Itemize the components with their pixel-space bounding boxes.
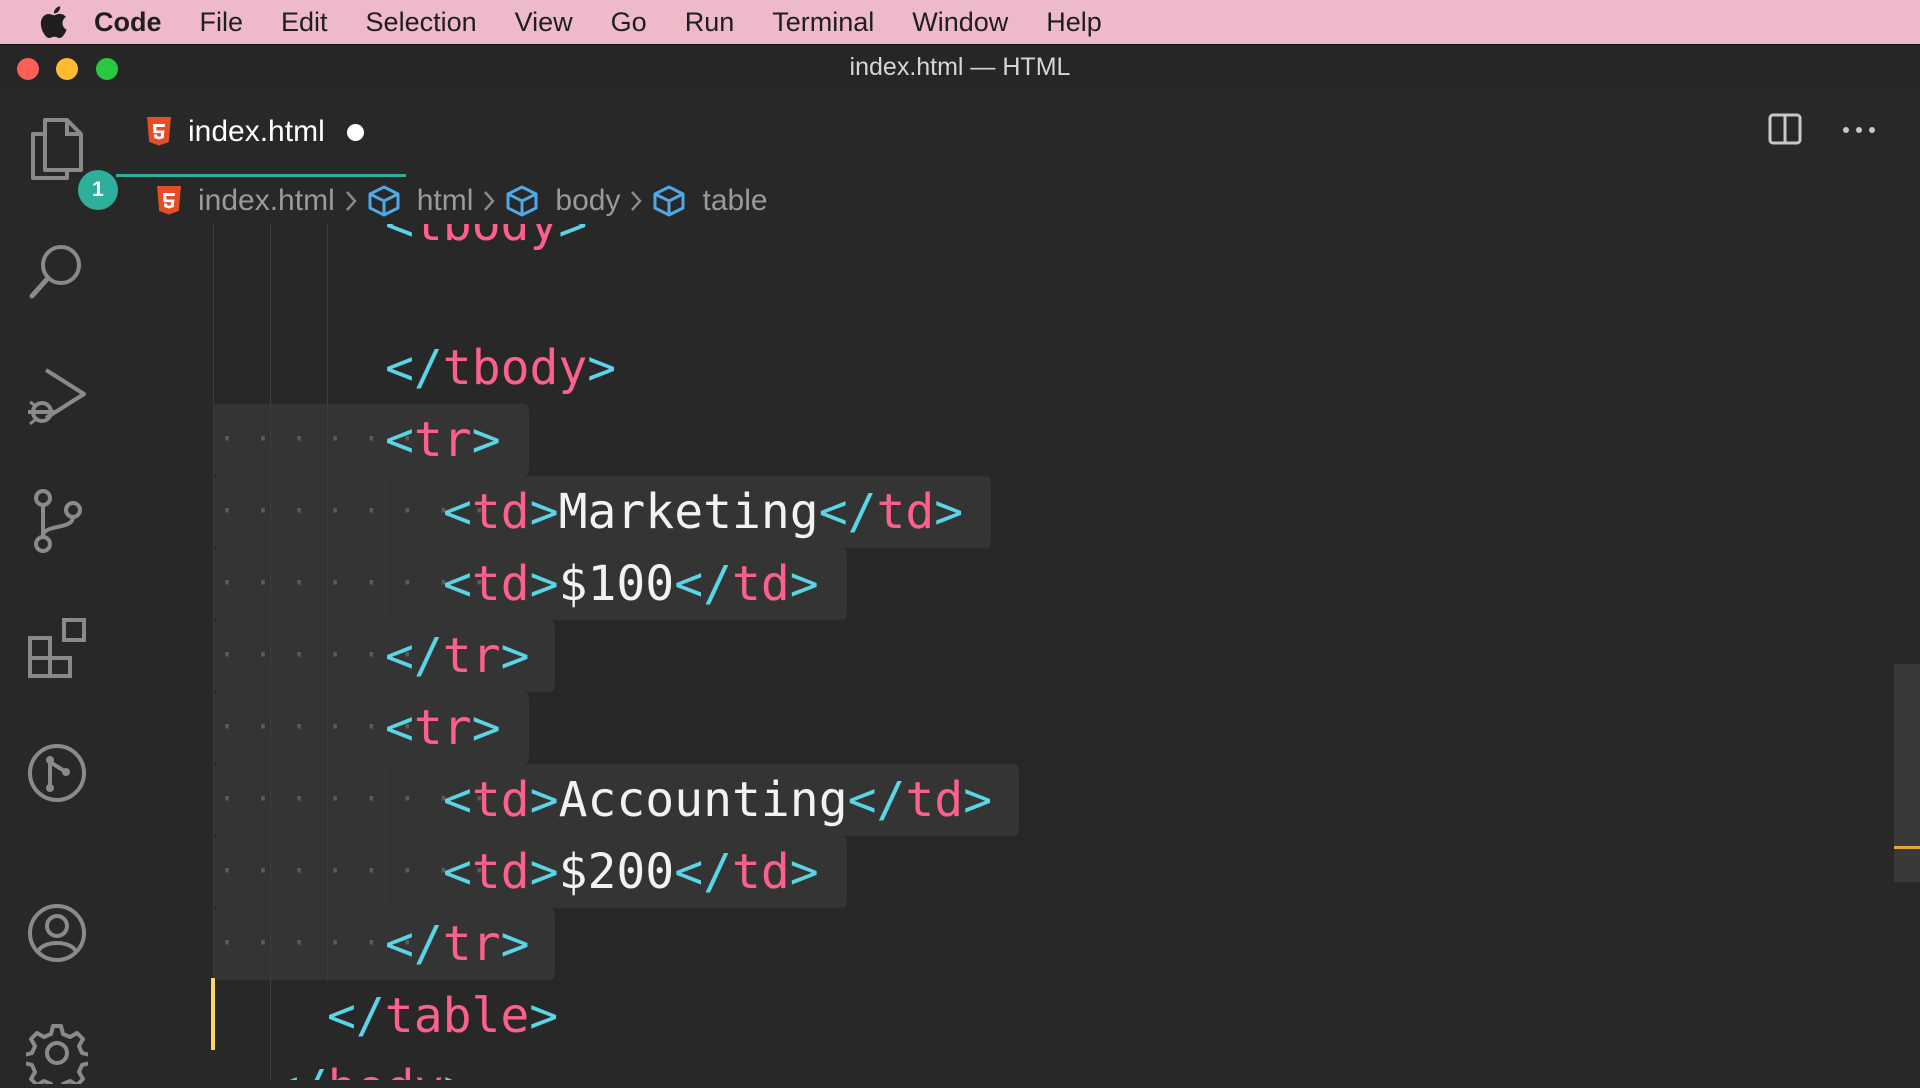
- breadcrumb: index.html html body table: [156, 178, 768, 224]
- unsaved-dot-icon[interactable]: [346, 123, 364, 141]
- editor-scrollbar[interactable]: [1894, 664, 1920, 882]
- breadcrumb-table[interactable]: table: [652, 184, 768, 218]
- activity-bar: 1: [0, 90, 118, 1084]
- menu-help[interactable]: Help: [1046, 7, 1102, 38]
- split-editor-icon[interactable]: [1768, 112, 1812, 156]
- symbol-element-icon: [368, 185, 400, 217]
- menu-window[interactable]: Window: [912, 7, 1008, 38]
- breadcrumb-file[interactable]: index.html: [156, 184, 335, 218]
- code-line: </table>: [327, 988, 559, 1044]
- menu-run[interactable]: Run: [685, 7, 735, 38]
- menu-view[interactable]: View: [515, 7, 573, 38]
- menu-file[interactable]: File: [200, 7, 244, 38]
- menu-selection[interactable]: Selection: [366, 7, 477, 38]
- symbol-element-icon: [506, 185, 538, 217]
- code-line: <td>Marketing</td>: [443, 484, 964, 540]
- extensions-icon[interactable]: [22, 612, 92, 682]
- window-title: index.html — HTML: [849, 53, 1071, 81]
- accounts-icon[interactable]: [22, 898, 92, 968]
- code-line: </tr>: [385, 916, 530, 972]
- search-icon[interactable]: [22, 236, 92, 306]
- scrollbar-position-marker: [1894, 846, 1920, 849]
- chevron-right-icon: [630, 190, 643, 212]
- breadcrumb-html[interactable]: html: [367, 184, 474, 218]
- code-line: <td>$100</td>: [443, 556, 819, 612]
- code-editor[interactable]: ······ ········ ········ ······ ······ ·…: [114, 224, 1894, 1080]
- breadcrumb-file-label: index.html: [198, 184, 335, 217]
- html5-icon: [157, 186, 181, 215]
- breadcrumb-body[interactable]: body: [505, 184, 620, 218]
- chevron-right-icon: [483, 190, 496, 212]
- chevron-right-icon: [345, 190, 357, 212]
- menu-bar: Code File Edit Selection View Go Run Ter…: [0, 0, 1920, 44]
- run-debug-icon[interactable]: [22, 362, 92, 432]
- code-line: </tbody>: [385, 340, 617, 396]
- more-actions-icon[interactable]: [1842, 120, 1886, 150]
- menu-go[interactable]: Go: [611, 7, 647, 38]
- code-line: <tr>: [385, 700, 501, 756]
- code-line: </body>: [270, 1052, 472, 1080]
- menu-edit[interactable]: Edit: [281, 7, 328, 38]
- tab-label: index.html: [188, 115, 325, 148]
- explorer-icon[interactable]: 1: [22, 114, 118, 210]
- code-line: <tbody>: [385, 224, 588, 252]
- menu-code[interactable]: Code: [94, 7, 162, 38]
- breadcrumb-table-label: table: [702, 184, 768, 217]
- tab-bar: index.html: [114, 90, 1920, 177]
- indent-guide: [213, 224, 214, 980]
- window-titlebar: index.html — HTML: [0, 44, 1920, 91]
- git-graph-icon[interactable]: [22, 738, 92, 808]
- apple-icon[interactable]: [24, 0, 84, 44]
- settings-gear-icon[interactable]: [22, 1018, 92, 1088]
- explorer-badge: 1: [78, 170, 118, 210]
- symbol-element-icon: [653, 185, 685, 217]
- modified-line-gutter-marker: [211, 978, 215, 1050]
- code-line: </tr>: [385, 628, 530, 684]
- code-line: <td>Accounting</td>: [443, 772, 993, 828]
- code-line: <td>$200</td>: [443, 844, 819, 900]
- code-line: <tr>: [385, 412, 501, 468]
- source-control-icon[interactable]: [22, 486, 92, 556]
- tab-index-html[interactable]: index.html: [116, 90, 406, 177]
- html5-icon: [146, 116, 172, 148]
- breadcrumb-html-label: html: [416, 184, 474, 217]
- menu-terminal[interactable]: Terminal: [772, 7, 874, 38]
- breadcrumb-body-label: body: [555, 184, 621, 217]
